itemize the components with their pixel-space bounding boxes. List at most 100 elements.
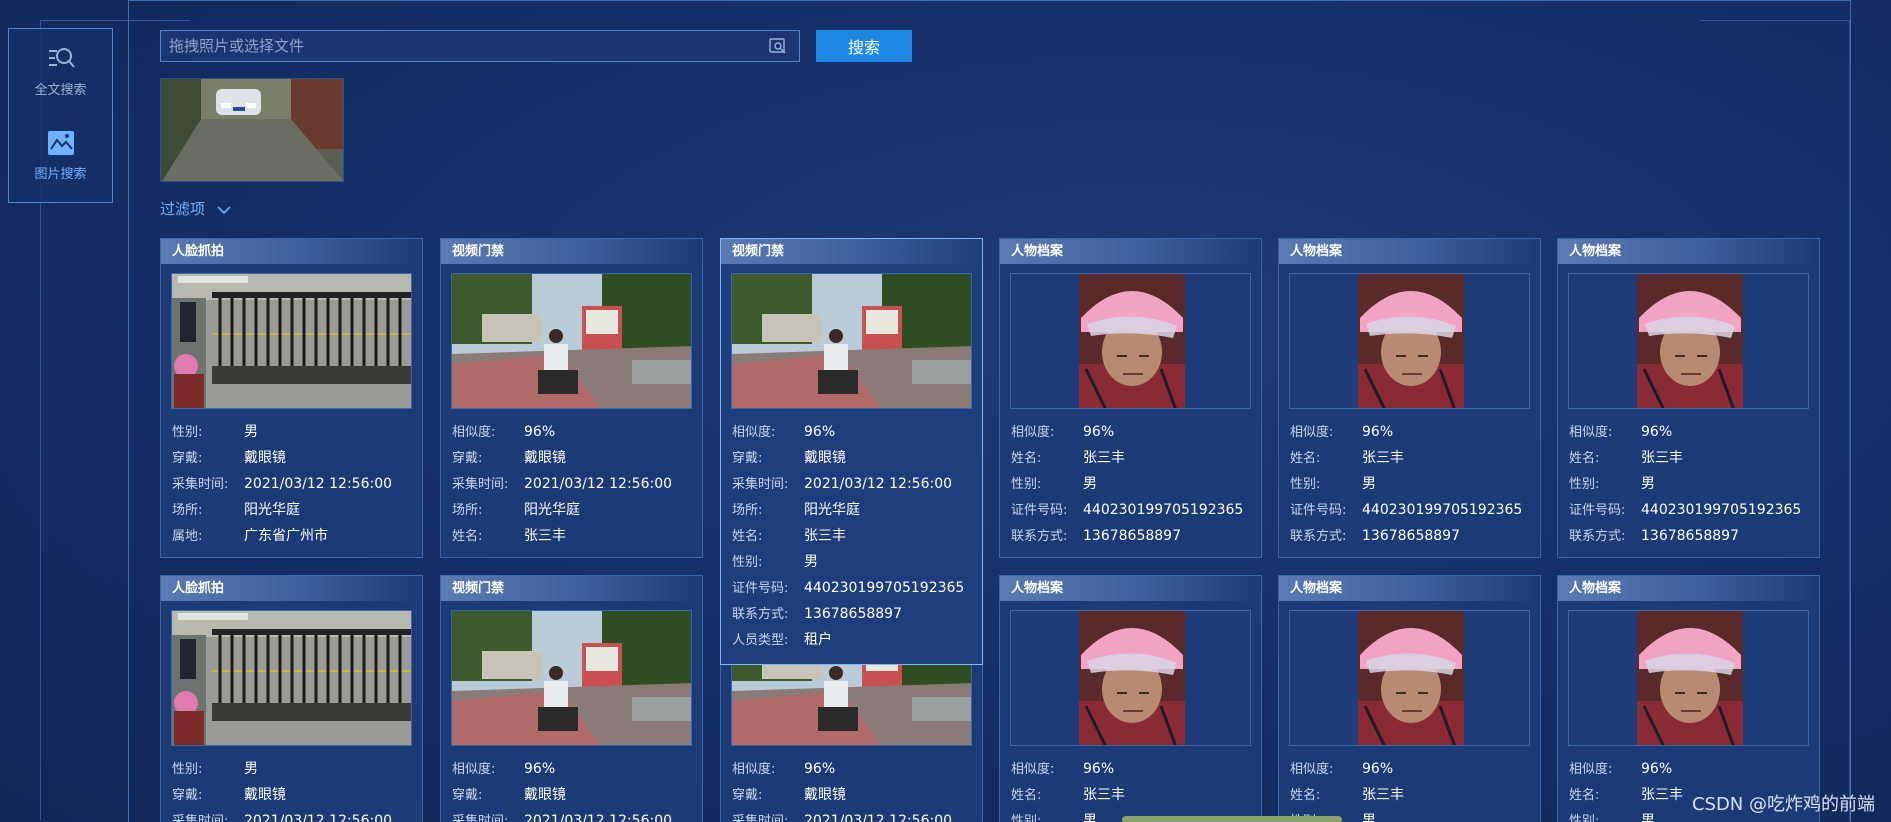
field-row: 性别: 男	[1011, 473, 1261, 499]
field-value: 96%	[1641, 424, 1673, 440]
result-photo[interactable]	[1289, 273, 1530, 409]
card-fields: 相似度: 96% 姓名: 张三丰 性别: 男证件号码: 440230199705192365…	[1279, 409, 1540, 551]
result-card[interactable]: 视频门禁 相似度: 96% 穿戴: 戴眼镜采集时间: 2021/03/12 12:56:…	[440, 575, 703, 822]
field-value: 96%	[1083, 424, 1115, 440]
field-label: 性别:	[1569, 477, 1600, 492]
field-label: 性别:	[172, 425, 203, 440]
horizontal-scrollbar[interactable]	[1122, 816, 1342, 822]
result-photo[interactable]	[1289, 610, 1530, 746]
search-input[interactable]	[169, 31, 759, 61]
nav-item-label: 图片搜索	[34, 167, 87, 182]
field-row: 相似度: 96%	[732, 758, 982, 784]
filter-toggle[interactable]: 过滤项	[160, 198, 232, 219]
result-photo[interactable]	[171, 610, 412, 746]
card-fields: 相似度: 96% 穿戴: 戴眼镜 采集时间: 2021/03/12 12:56:00 场所:…	[441, 409, 702, 551]
field-value: 男	[1641, 476, 1655, 492]
result-photo[interactable]	[1568, 273, 1809, 409]
field-value: 13678658897	[1641, 528, 1739, 544]
result-card[interactable]: 人物档案 相似度:96%姓名:张三丰性别:男	[1557, 575, 1820, 822]
field-row: 场所: 阳光华庭	[452, 499, 702, 525]
search-button[interactable]: 搜索	[816, 30, 912, 62]
field-row: 姓名: 张三丰	[1011, 447, 1261, 473]
nav-item-fulltext-search[interactable]: 全文搜索	[9, 45, 112, 98]
result-photo[interactable]	[451, 610, 692, 746]
field-row: 性别: 男	[172, 421, 422, 447]
field-value: 张三丰	[524, 528, 566, 544]
field-value: 2021/03/12 12:56:00	[244, 476, 393, 492]
field-label: 姓名:	[1569, 451, 1600, 466]
field-row: 证件号码: 440230199705192365	[1569, 499, 1819, 525]
field-row: 相似度: 96%	[452, 421, 702, 447]
field-value: 张三丰	[1362, 450, 1404, 466]
result-card[interactable]: 人脸抓拍 性别: 男穿戴: 戴眼镜 采集时间: 2021/03/12 12:56:00 场…	[160, 238, 423, 558]
field-label: 采集时间:	[452, 477, 509, 492]
field-value: 张三丰	[1083, 787, 1125, 803]
result-photo[interactable]	[451, 273, 692, 409]
card-type-label: 人物档案	[1279, 239, 1540, 264]
fulltext-search-icon	[48, 48, 75, 68]
uploaded-photo-thumbnail[interactable]	[160, 78, 344, 182]
field-label: 性别:	[172, 762, 203, 777]
field-value: 男	[1362, 813, 1376, 822]
field-row: 证件号码: 440230199705192365	[732, 577, 982, 603]
result-card[interactable]: 视频门禁 相似度: 96% 穿戴: 戴眼镜采集时间: 2021/03/12 12:56:…	[440, 238, 703, 558]
card-fields: 相似度: 96% 姓名: 张三丰性别: 男	[1000, 746, 1261, 822]
field-row: 采集时间: 2021/03/12 12:56:00	[452, 810, 702, 822]
field-label: 相似度:	[452, 762, 496, 777]
result-photo[interactable]	[171, 273, 412, 409]
field-row: 联系方式: 13678658897	[1011, 525, 1261, 551]
field-row: 姓名: 张三丰	[732, 525, 982, 551]
field-label: 相似度:	[1011, 425, 1055, 440]
field-label: 姓名:	[1011, 451, 1042, 466]
result-photo[interactable]	[731, 273, 972, 409]
result-card[interactable]: 人物档案 相似度:96%姓名:张三丰性别:男	[999, 575, 1262, 822]
field-label: 姓名:	[452, 529, 483, 544]
field-row: 相似度: 96%	[1011, 758, 1261, 784]
result-card[interactable]: 人物档案 相似度: 96% 姓名: 张三丰 性别: 男证件号码: 4402301997051…	[999, 238, 1262, 558]
search-field	[160, 30, 800, 62]
result-card[interactable]: 人物档案 相似度: 96% 姓名: 张三丰 性别: 男证件号码: 4402301997051…	[1557, 238, 1820, 558]
result-card[interactable]: 人脸抓拍 性别: 男穿戴: 戴眼镜 采集时间: 2021/03/12 12:56:00	[160, 575, 423, 822]
field-label: 性别:	[732, 555, 763, 570]
field-label: 相似度:	[1569, 425, 1613, 440]
field-value: 2021/03/12 12:56:00	[524, 476, 673, 492]
result-photo[interactable]	[1010, 273, 1251, 409]
field-row: 性别: 男	[172, 758, 422, 784]
field-row: 采集时间: 2021/03/12 12:56:00	[172, 810, 422, 822]
image-upload-icon[interactable]	[769, 38, 787, 54]
field-label: 穿戴:	[452, 451, 483, 466]
field-value: 440230199705192365	[804, 580, 965, 596]
field-label: 相似度:	[732, 425, 776, 440]
card-fields: 相似度: 96% 姓名: 张三丰 性别: 男证件号码: 440230199705192365…	[1558, 409, 1819, 551]
field-value: 广东省广州市	[244, 528, 328, 544]
field-label: 性别:	[1569, 814, 1600, 822]
card-type-label: 人物档案	[1000, 576, 1261, 601]
field-label: 相似度:	[1290, 425, 1334, 440]
field-label: 采集时间:	[172, 814, 229, 822]
result-card[interactable]: 人物档案 相似度:96%姓名:张三丰性别:男	[1278, 575, 1541, 822]
card-type-label: 视频门禁	[441, 239, 702, 264]
field-value: 戴眼镜	[804, 787, 846, 803]
field-value: 96%	[804, 761, 836, 777]
field-value: 租户	[804, 632, 832, 648]
field-row: 穿戴: 戴眼镜	[732, 784, 982, 810]
result-photo[interactable]	[1010, 610, 1251, 746]
field-row: 穿戴: 戴眼镜	[172, 447, 422, 473]
result-card[interactable]: 视频门禁 相似度: 96% 穿戴: 戴眼镜采集时间: 2021/03/12 12:56:…	[720, 238, 983, 665]
field-label: 穿戴:	[172, 451, 203, 466]
field-value: 2021/03/12 12:56:00	[244, 813, 393, 822]
field-label: 相似度:	[1290, 762, 1334, 777]
field-value: 男	[1362, 476, 1376, 492]
field-label: 场所:	[732, 503, 763, 518]
field-label: 采集时间:	[172, 477, 229, 492]
result-card[interactable]: 人物档案 相似度: 96% 姓名: 张三丰 性别: 男证件号码: 4402301997051…	[1278, 238, 1541, 558]
nav-item-image-search[interactable]: 图片搜索	[9, 129, 112, 182]
card-type-label: 人脸抓拍	[161, 239, 422, 264]
field-row: 相似度: 96%	[1011, 421, 1261, 447]
field-value: 男	[1083, 476, 1097, 492]
result-photo[interactable]	[1568, 610, 1809, 746]
field-value: 男	[804, 554, 818, 570]
field-row: 采集时间: 2021/03/12 12:56:00	[732, 810, 982, 822]
card-type-label: 人物档案	[1558, 239, 1819, 264]
left-nav: 全文搜索 图片搜索	[8, 28, 113, 203]
